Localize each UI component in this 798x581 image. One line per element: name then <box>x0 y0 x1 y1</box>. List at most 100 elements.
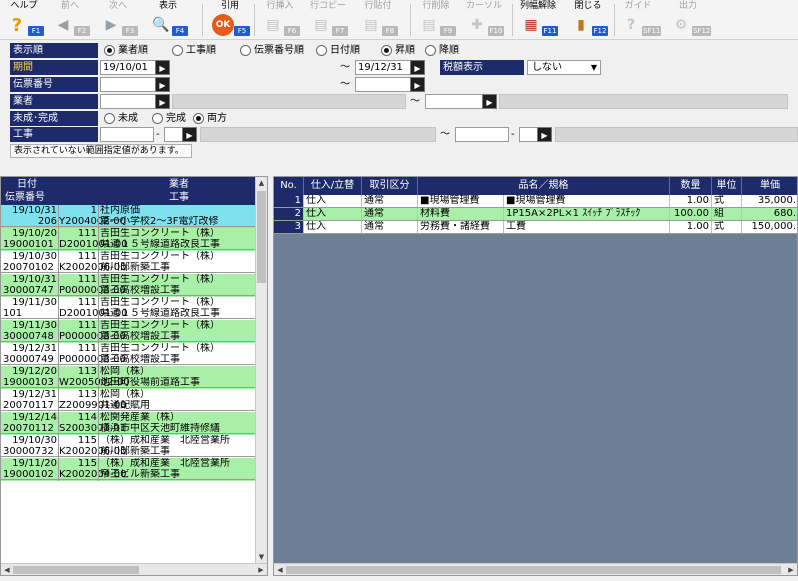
row-category: 通常 <box>362 208 418 220</box>
toolbar-button-f4[interactable]: 表示 🔍 F4 <box>146 1 190 39</box>
order-vendor-radio[interactable] <box>104 45 115 56</box>
detail-row[interactable]: 3 仕入 通常 労務費・諸経費 工費 1.00 式 150,000. <box>274 221 797 234</box>
row-unit-price: 35,000. <box>742 195 797 207</box>
order-work-label: 工事順 <box>186 45 216 56</box>
toolbar-button-f10[interactable]: カーソル ✚ F10 <box>462 1 506 39</box>
status-both-label: 両方 <box>207 113 227 124</box>
slip-from-picker-button[interactable]: ▶ <box>155 77 170 92</box>
table-row[interactable]: 19/11/30 111 吉田生コンクリート（株） 101 D2001001-00 県道１… <box>1 297 256 320</box>
vendor-from-name <box>172 94 406 109</box>
row-date: 19/12/31 <box>12 343 57 354</box>
status-incomplete-radio[interactable] <box>104 113 115 124</box>
column-divider <box>98 228 99 251</box>
row-date: 19/12/14 <box>12 412 57 423</box>
row-date: 19/12/20 <box>12 366 57 377</box>
toolbar-button-f11[interactable]: 列幅解除 ▦ F11 <box>516 1 560 39</box>
toolbar-separator <box>614 4 615 36</box>
slip-list-header: 日付 伝票番号 業者 工事 <box>1 177 256 205</box>
period-to-picker-button[interactable]: ▶ <box>410 60 425 75</box>
scroll-right-icon[interactable]: ▶ <box>255 564 267 575</box>
row-line-2: 30000749 P0000003-00 第三高校増設工事 <box>1 354 256 365</box>
column-divider <box>98 366 99 389</box>
status-row: 未成･完成 未成 完成 両方 <box>10 111 310 126</box>
toolbar-button-f2[interactable]: 前へ ◀ F2 <box>48 1 92 39</box>
table-row[interactable]: 19/10/31 1 社内原価 206 Y2004002-00 第一小学校2～3F電灯改修 <box>1 205 256 228</box>
table-row[interactable]: 19/10/30 115 （株）成和産業 北陸営業所 30000732 K2002006… <box>1 435 256 458</box>
vendor-from-picker-button[interactable]: ▶ <box>155 94 170 109</box>
toolbar-separator <box>254 4 255 36</box>
table-row[interactable]: 19/12/31 111 吉田生コンクリート（株） 30000749 P0000003-… <box>1 343 256 366</box>
table-row[interactable]: 19/12/14 114 松関発産業（株） 20070112 S2003003-01 横浜… <box>1 412 256 435</box>
row-slip-number: 30000749 <box>3 354 54 365</box>
detail-horizontal-scrollbar[interactable]: ◀ ▶ <box>274 563 797 575</box>
row-line-2: 19000101 D2001001-00 県道１５号線道路改良工事 <box>1 239 256 250</box>
table-row[interactable]: 19/10/31 111 吉田生コンクリート（株） 30000747 P0000003-… <box>1 274 256 297</box>
status-complete-radio[interactable] <box>152 113 163 124</box>
toolbar-button-sf12[interactable]: 出力 ⚙ SF12 <box>666 1 712 39</box>
sort-asc-radio[interactable] <box>381 45 392 56</box>
table-row[interactable]: 19/10/20 111 吉田生コンクリート（株） 19000101 D2001001-… <box>1 228 256 251</box>
column-divider <box>58 366 59 389</box>
detail-row[interactable]: 1 仕入 通常 ■現場管理費 ■現場管理費 1.00 式 35,000. <box>274 195 797 208</box>
function-key-badge: F10 <box>488 26 504 36</box>
tax-display-select[interactable]: しない ▼ <box>527 60 601 75</box>
toolbar-button-f9[interactable]: 行削除 ▤ F9 <box>414 1 458 39</box>
slip-to-picker-button[interactable]: ▶ <box>410 77 425 92</box>
sort-desc-radio[interactable] <box>425 45 436 56</box>
row-line-1: 19/12/31 111 吉田生コンクリート（株） <box>1 343 256 354</box>
row-slip-number: 30000747 <box>3 285 54 296</box>
toolbar-button-f6[interactable]: 行挿入 ▤ F6 <box>258 1 302 39</box>
help-icon: ? <box>11 14 23 36</box>
work-to-main-input[interactable] <box>455 127 509 142</box>
row-spec: 工費 <box>504 221 670 233</box>
toolbar-button-sf11[interactable]: ガイド? SF11 <box>616 1 662 39</box>
row-item-name: 労務費・諸経費 <box>418 221 504 233</box>
order-slip-radio[interactable] <box>240 45 251 56</box>
toolbar-button-f7[interactable]: 行コピー ▤ F7 <box>306 1 350 39</box>
scroll-left-icon[interactable]: ◀ <box>274 564 286 575</box>
row-line-2: 19000103 W2005002-00 池田町役場前道路工事 <box>1 377 256 388</box>
row-work-name: 横浜市中区天池町維持修繕 <box>100 423 220 434</box>
header-work: 工事 <box>169 192 189 203</box>
row-work-code: P0000003-00 <box>59 285 126 296</box>
slip-list-vertical-scrollbar[interactable]: ▲ ▼ <box>255 177 267 563</box>
scroll-thumb[interactable] <box>257 191 266 283</box>
table-row[interactable]: 19/10/30 111 吉田生コンクリート（株） 20070102 K2002006-… <box>1 251 256 274</box>
scroll-up-icon[interactable]: ▲ <box>256 177 267 189</box>
work-from-main-input[interactable] <box>100 127 154 142</box>
row-spec: ■現場管理費 <box>504 195 670 207</box>
row-purchase-type: 仕入 <box>304 208 362 220</box>
table-row[interactable]: 19/11/30 111 吉田生コンクリート（株） 30000748 P0000003-… <box>1 320 256 343</box>
status-label: 未成･完成 <box>10 111 98 126</box>
toolbar-button-f8[interactable]: 行貼付 ▤ F8 <box>356 1 400 39</box>
scroll-down-icon[interactable]: ▼ <box>256 551 267 563</box>
work-to-picker-button[interactable]: ▶ <box>537 127 552 142</box>
row-delete-icon: ▤ <box>422 17 436 33</box>
scroll-thumb[interactable] <box>13 566 139 574</box>
row-work-name: 帝王ビル新築工事 <box>100 469 180 480</box>
scroll-right-icon[interactable]: ▶ <box>785 564 797 575</box>
row-unit-price: 680. <box>742 208 797 220</box>
scroll-left-icon[interactable]: ◀ <box>1 564 13 575</box>
slip-list-horizontal-scrollbar[interactable]: ◀ ▶ <box>1 563 267 575</box>
row-category: 通常 <box>362 195 418 207</box>
order-date-radio[interactable] <box>316 45 327 56</box>
detail-row[interactable]: 2 仕入 通常 材料費 1P15A×2PL×1 ｽｲｯﾁ ﾌﾟﾗｽﾁｯｸ 100.00 組 6… <box>274 208 797 221</box>
table-row[interactable]: 19/11/20 115 （株）成和産業 北陸営業所 19000102 K2002004… <box>1 458 256 481</box>
toolbar-button-f5[interactable]: 引用 OK F5 <box>208 1 252 39</box>
order-work-radio[interactable] <box>172 45 183 56</box>
table-row[interactable]: 19/12/20 113 松岡（株） 19000103 W2005002-00 池田町役場… <box>1 366 256 389</box>
toolbar-button-f3[interactable]: 次へ ▶ F3 <box>96 1 140 39</box>
period-from-picker-button[interactable]: ▶ <box>155 60 170 75</box>
toolbar-button-f1[interactable]: ヘルプ? F1 <box>2 1 46 39</box>
vendor-to-picker-button[interactable]: ▶ <box>482 94 497 109</box>
row-line-2: 101 D2001001-00 県道１５号線道路改良工事 <box>1 308 256 319</box>
row-date: 19/10/30 <box>12 251 57 262</box>
status-both-radio[interactable] <box>193 113 204 124</box>
table-row[interactable]: 19/12/31 113 松岡（株） 20070117 Z2009901-00 共通配賦用 <box>1 389 256 412</box>
row-date: 19/10/30 <box>12 435 57 446</box>
work-from-dash: - <box>156 129 160 140</box>
toolbar-button-f12[interactable]: 閉じる ▮ F12 <box>566 1 610 39</box>
scroll-thumb[interactable] <box>286 566 781 574</box>
work-from-picker-button[interactable]: ▶ <box>182 127 197 142</box>
